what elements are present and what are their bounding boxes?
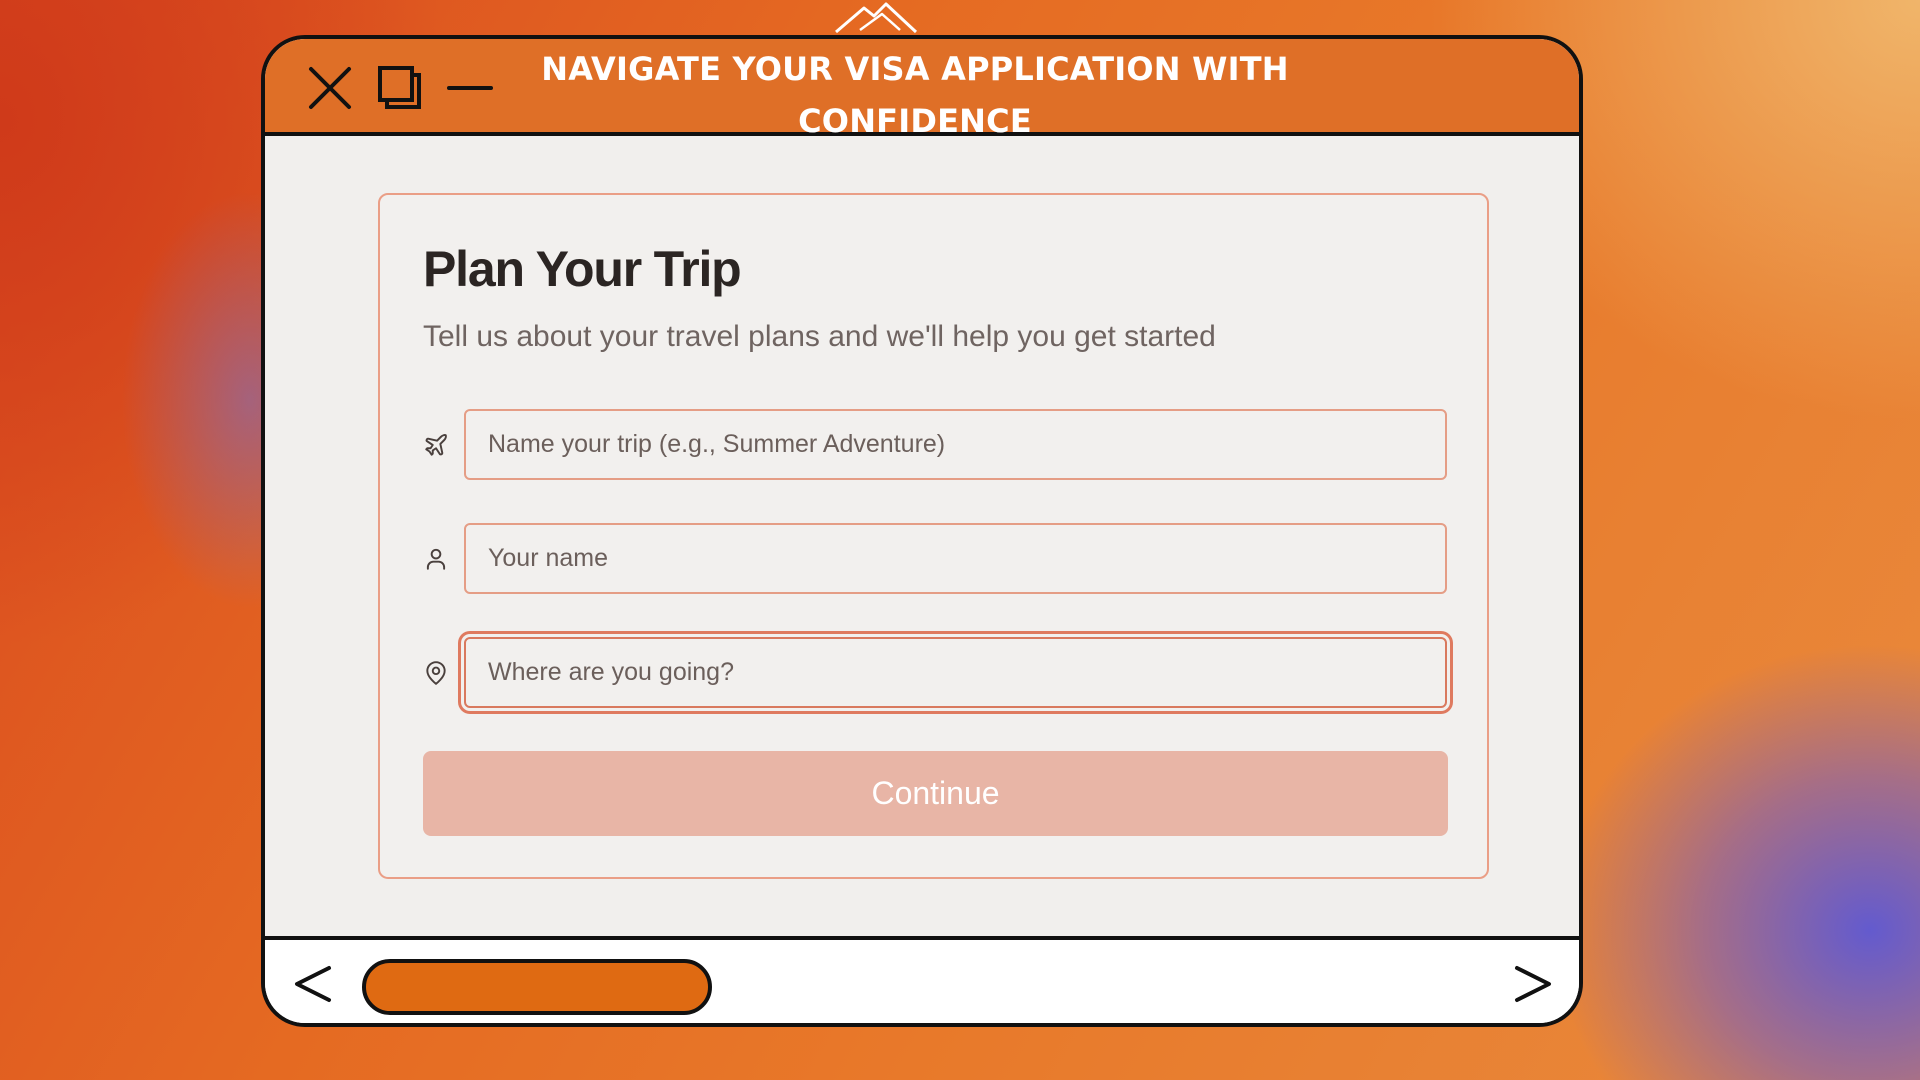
user-icon	[423, 546, 449, 572]
map-pin-icon	[423, 660, 449, 686]
chevron-left-icon[interactable]	[291, 962, 335, 1006]
trip-name-row	[423, 409, 1447, 481]
plane-icon	[423, 432, 449, 458]
mountain-logo-icon	[835, 2, 918, 34]
minimize-icon[interactable]	[447, 65, 493, 111]
title-bar: NAVIGATE YOUR VISA APPLICATION WITH CONF…	[265, 39, 1579, 140]
close-icon[interactable]	[307, 65, 353, 111]
content-area: Plan Your Trip Tell us about your travel…	[265, 136, 1579, 936]
your-name-input[interactable]	[464, 523, 1447, 594]
plan-trip-card: Plan Your Trip Tell us about your travel…	[378, 193, 1489, 879]
chevron-right-icon[interactable]	[1511, 962, 1555, 1006]
window-title: NAVIGATE YOUR VISA APPLICATION WITH CONF…	[541, 50, 1289, 140]
scroll-pill[interactable]	[362, 959, 712, 1015]
app-window: NAVIGATE YOUR VISA APPLICATION WITH CONF…	[261, 35, 1583, 1027]
destination-row	[423, 637, 1447, 709]
maximize-icon[interactable]	[377, 65, 423, 111]
bottom-navigation-bar	[265, 936, 1579, 1023]
destination-input[interactable]	[464, 637, 1447, 708]
form-subtitle: Tell us about your travel plans and we'l…	[423, 320, 1216, 353]
trip-name-input[interactable]	[464, 409, 1447, 480]
form-title: Plan Your Trip	[423, 241, 742, 297]
your-name-row	[423, 523, 1447, 595]
continue-button[interactable]: Continue	[423, 751, 1448, 836]
